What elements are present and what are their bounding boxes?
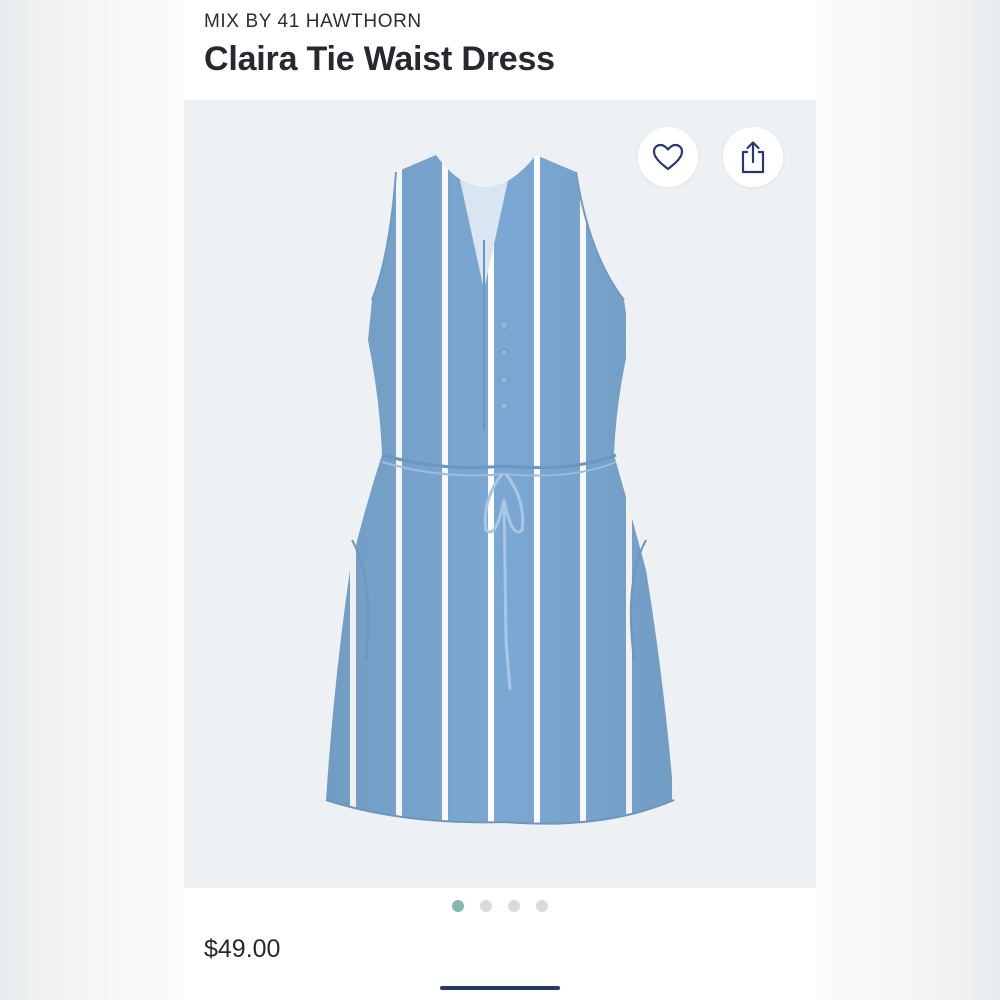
share-upload-icon: [741, 141, 765, 174]
carousel-pagination: [184, 900, 816, 916]
share-button[interactable]: [723, 127, 783, 187]
carousel-dot-3[interactable]: [508, 900, 520, 912]
heart-outline-icon: [652, 143, 684, 171]
product-image-carousel[interactable]: [184, 100, 816, 888]
carousel-dot-4[interactable]: [536, 900, 548, 912]
home-indicator[interactable]: [440, 986, 560, 990]
product-header: MIX BY 41 HAWTHORN Claira Tie Waist Dres…: [184, 0, 816, 100]
product-image[interactable]: [184, 100, 816, 888]
carousel-dot-1[interactable]: [452, 900, 464, 912]
favorite-button[interactable]: [638, 127, 698, 187]
carousel-dot-2[interactable]: [480, 900, 492, 912]
product-price: $49.00: [204, 935, 281, 963]
product-title: Claira Tie Waist Dress: [204, 40, 555, 78]
brand-name[interactable]: MIX BY 41 HAWTHORN: [204, 11, 422, 33]
product-detail-screen: MIX BY 41 HAWTHORN Claira Tie Waist Dres…: [184, 0, 816, 1000]
